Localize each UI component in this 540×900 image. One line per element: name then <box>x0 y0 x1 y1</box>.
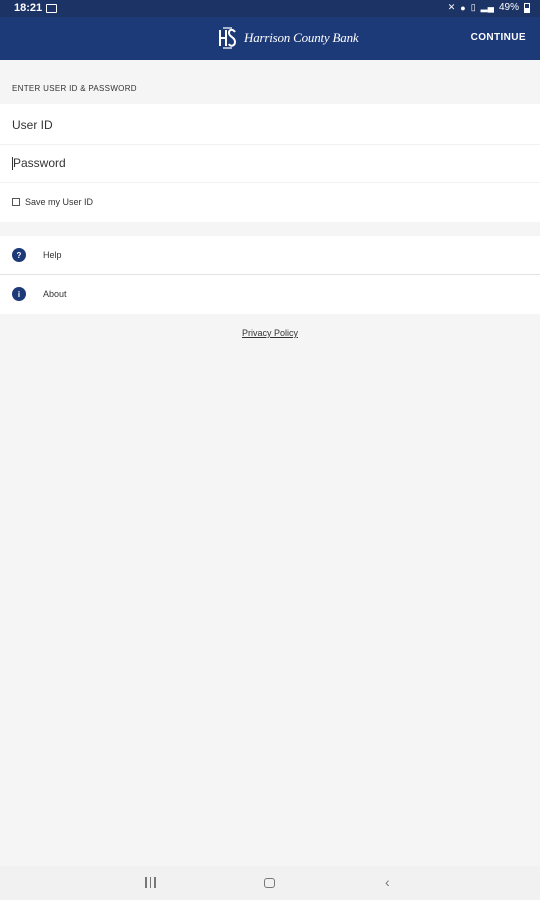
nfc-icon: ▯ <box>470 2 476 12</box>
signal-icon: ▂▄ <box>480 2 494 12</box>
continue-button[interactable]: CONTINUE <box>471 32 526 43</box>
battery-icon <box>524 2 530 13</box>
back-icon[interactable]: ‹ <box>385 874 390 890</box>
help-icon: ? <box>12 248 26 262</box>
login-form: User ID Password Save my User ID <box>0 104 540 222</box>
save-user-id-row[interactable]: Save my User ID <box>12 197 93 207</box>
menu-list: ? Help i About <box>0 236 540 314</box>
bank-logo-icon <box>219 27 237 49</box>
status-time: 18:21 <box>14 2 43 14</box>
password-placeholder: Password <box>13 156 66 170</box>
bank-logo: Harrison County Bank <box>218 27 359 49</box>
menu-item-label: Help <box>43 250 62 260</box>
status-bar: 18:21 ✕ ● ▯ ▂▄ 49% <box>0 0 540 17</box>
recent-apps-icon[interactable] <box>145 877 156 888</box>
bank-name: Harrison County Bank <box>244 30 359 45</box>
system-nav-bar: ‹ <box>0 866 540 900</box>
login-section-title: ENTER USER ID & PASSWORD <box>12 84 137 93</box>
user-id-placeholder: User ID <box>12 118 53 132</box>
mute-icon: ✕ <box>447 2 456 12</box>
menu-item-about[interactable]: i About <box>0 275 540 313</box>
password-field[interactable]: Password <box>12 144 528 182</box>
privacy-policy-link[interactable]: Privacy Policy <box>0 328 540 338</box>
menu-item-label: About <box>43 289 67 299</box>
location-icon: ● <box>460 2 466 13</box>
menu-item-help[interactable]: ? Help <box>0 236 540 274</box>
field-divider <box>0 182 540 183</box>
home-icon[interactable] <box>264 878 275 888</box>
battery-percent: 49% <box>498 2 519 13</box>
gallery-icon <box>46 4 57 13</box>
save-user-id-checkbox[interactable] <box>12 198 20 206</box>
status-icons: ✕ ● ▯ ▂▄ 49% <box>448 2 530 13</box>
app-bar: Harrison County Bank CONTINUE <box>0 17 540 60</box>
user-id-field[interactable]: User ID <box>12 106 528 144</box>
info-icon: i <box>12 287 26 301</box>
save-user-id-label: Save my User ID <box>25 197 94 207</box>
